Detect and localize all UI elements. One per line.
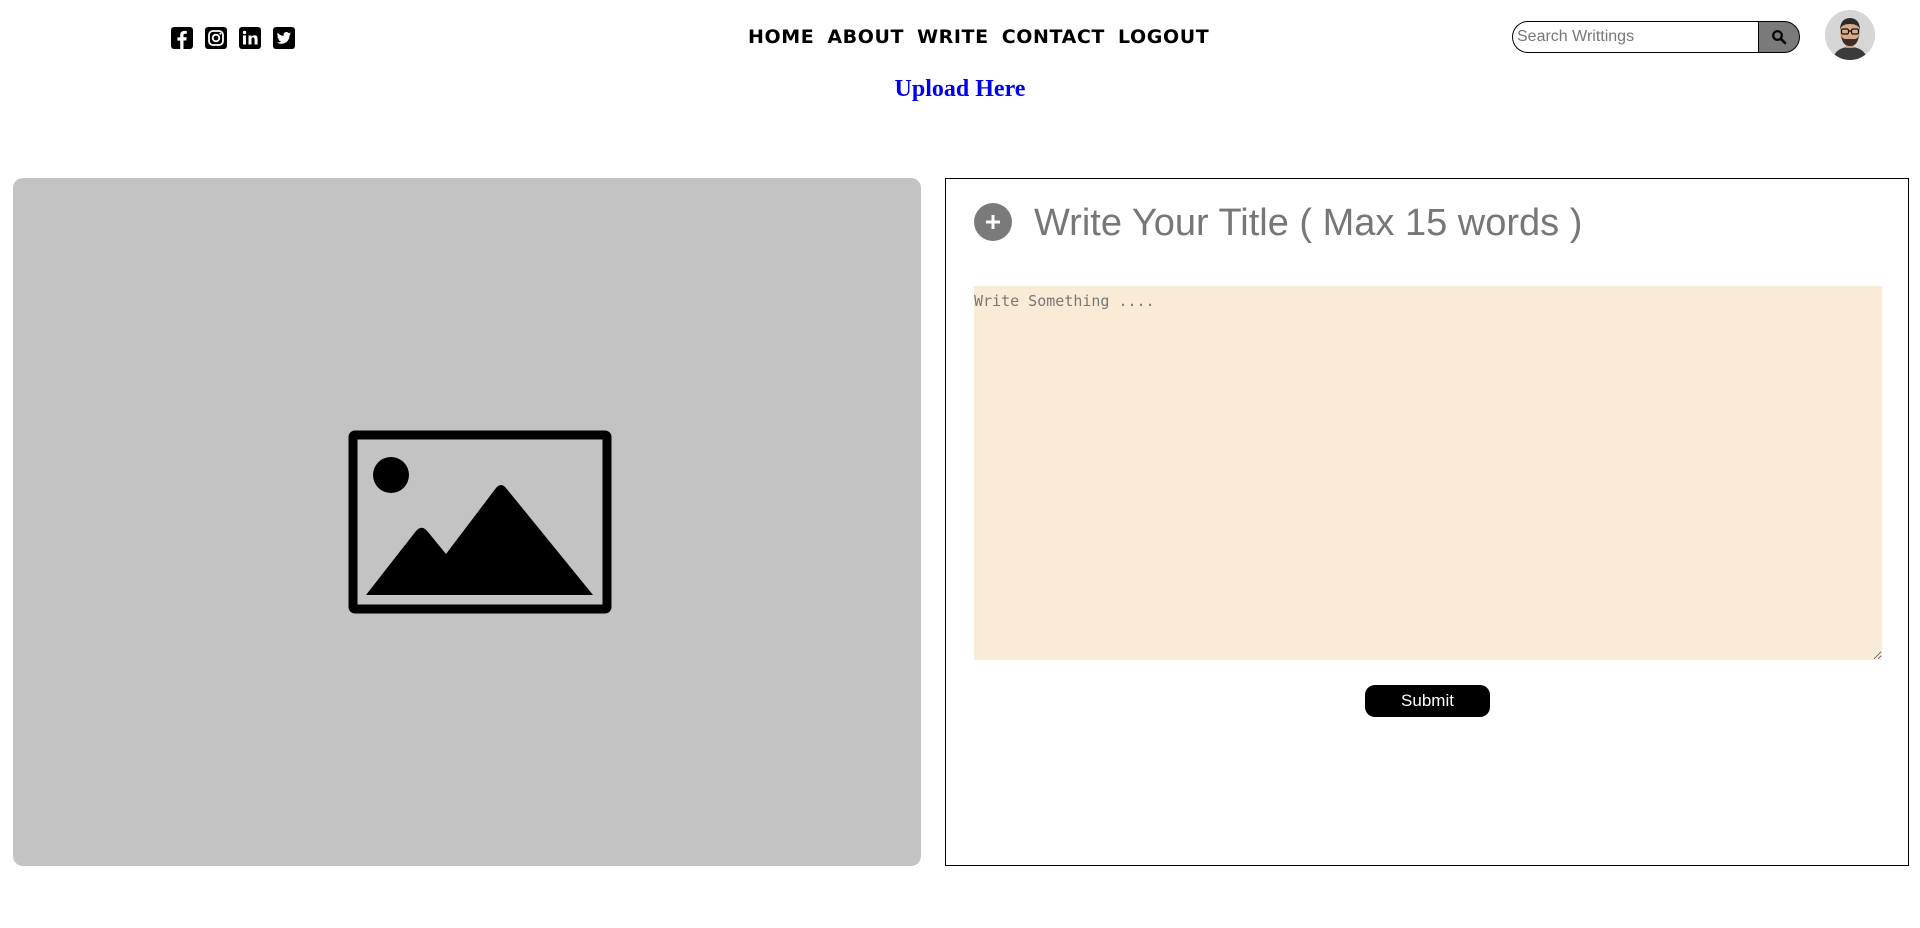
nav-logout[interactable]: LOGOUT: [1118, 24, 1209, 50]
nav-write[interactable]: WRITE: [917, 24, 989, 50]
submit-button[interactable]: Submit: [1365, 685, 1490, 717]
main-nav: HOME ABOUT WRITE CONTACT LOGOUT: [748, 24, 1209, 50]
top-navbar: HOME ABOUT WRITE CONTACT LOGOUT: [0, 0, 1920, 74]
nav-contact[interactable]: CONTACT: [1002, 24, 1105, 50]
user-avatar[interactable]: [1825, 10, 1875, 60]
nav-about[interactable]: ABOUT: [827, 24, 904, 50]
linkedin-icon[interactable]: [238, 26, 262, 50]
avatar-image: [1825, 10, 1875, 60]
instagram-icon[interactable]: [204, 26, 228, 50]
write-form: Submit: [945, 178, 1909, 866]
upload-link[interactable]: Upload Here: [0, 74, 1920, 104]
social-links: [170, 26, 296, 50]
plus-icon: [986, 215, 1000, 229]
search-input[interactable]: [1512, 21, 1758, 53]
title-input[interactable]: [1034, 199, 1874, 247]
search-icon: [1772, 30, 1787, 45]
twitter-icon[interactable]: [272, 26, 296, 50]
image-upload-panel[interactable]: [13, 178, 921, 866]
nav-home[interactable]: HOME: [748, 24, 814, 50]
search-button[interactable]: [1758, 21, 1800, 53]
add-image-button[interactable]: [974, 203, 1012, 241]
image-placeholder-icon: [348, 430, 612, 614]
story-textarea[interactable]: [974, 286, 1882, 660]
facebook-icon[interactable]: [170, 26, 194, 50]
search-bar: [1512, 21, 1800, 53]
